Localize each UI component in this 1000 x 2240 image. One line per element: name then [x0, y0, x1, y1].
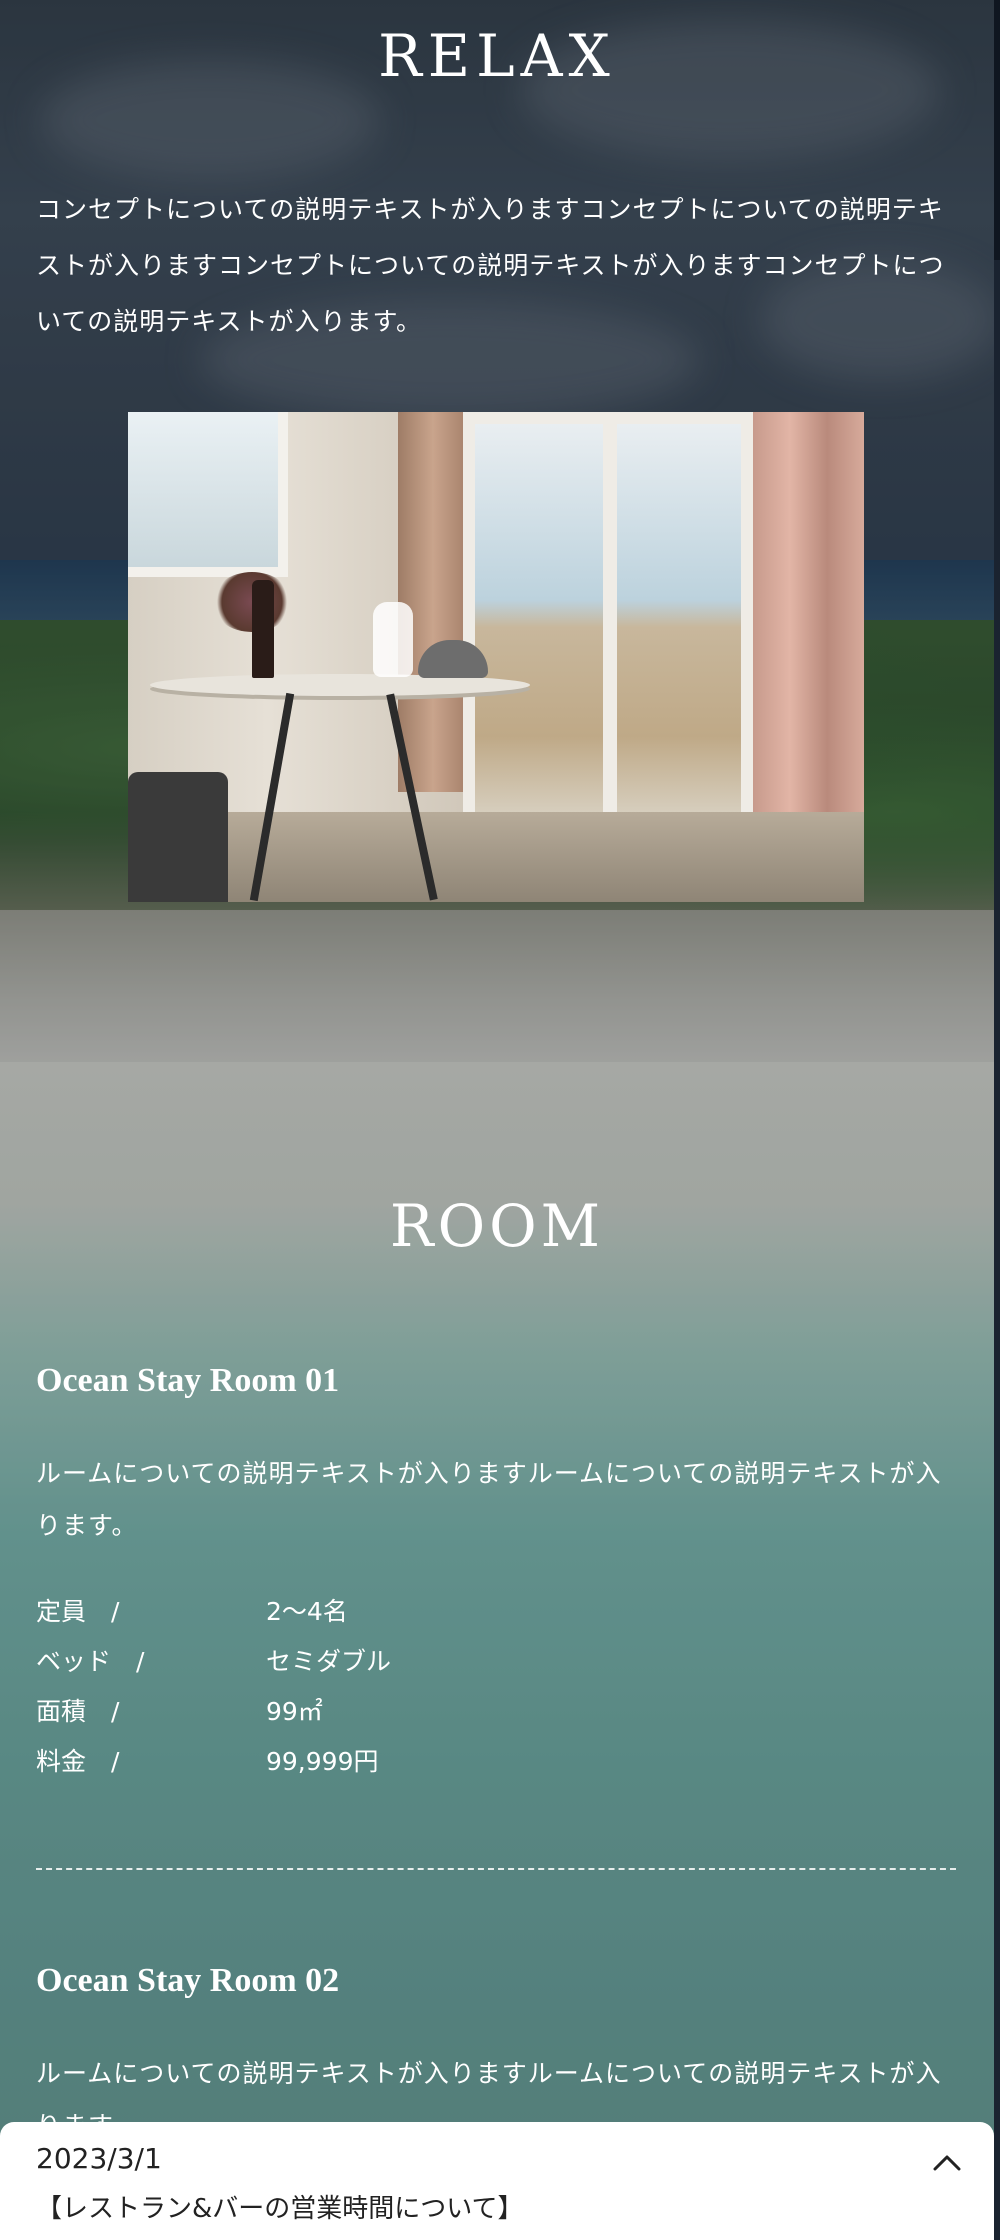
room-description: ルームについての説明テキストが入りますルームについての説明テキストが入ります。 — [36, 1459, 942, 1540]
spec-label: ベッド / — [36, 1647, 145, 1676]
room-name: Ocean Stay Room 01 — [36, 1362, 340, 1399]
room-interior-photo — [128, 412, 864, 902]
room-name: Ocean Stay Room 02 — [36, 1962, 340, 1999]
relax-heading: RELAX — [378, 22, 616, 90]
room-heading: ROOM — [389, 1192, 605, 1260]
chevron-up-icon[interactable] — [930, 2146, 964, 2180]
spec-label: 面積 / — [36, 1697, 120, 1726]
scrollbar-thumb[interactable] — [994, 0, 1000, 260]
spec-row-area: 面積 / 99㎡ — [36, 1687, 636, 1737]
scrollbar[interactable] — [994, 0, 1000, 2240]
spec-label: 料金 / — [36, 1747, 120, 1776]
spec-value: セミダブル — [266, 1647, 392, 1676]
spec-value: 99,999円 — [266, 1747, 379, 1776]
news-bar[interactable]: 2023/3/1 【レストラン&バーの営業時間について】 — [0, 2122, 994, 2240]
spec-value: 2〜4名 — [266, 1597, 348, 1626]
news-title[interactable]: 【レストラン&バーの営業時間について】 — [36, 2188, 524, 2225]
spec-value: 99㎡ — [266, 1697, 323, 1726]
page: RELAX コンセプトについての説明テキストが入りますコンセプトについての説明テ… — [0, 0, 994, 2240]
relax-description: コンセプトについての説明テキストが入りますコンセプトについての説明テキストが入り… — [36, 195, 945, 336]
spec-row-price: 料金 / 99,999円 — [36, 1737, 636, 1787]
spec-row-capacity: 定員 / 2〜4名 — [36, 1587, 636, 1637]
spec-row-bed: ベッド / セミダブル — [36, 1637, 636, 1687]
room-divider — [36, 1868, 956, 1870]
spec-label: 定員 / — [36, 1597, 120, 1626]
news-date: 2023/3/1 — [36, 2142, 162, 2175]
room-spec-list: 定員 / 2〜4名 ベッド / セミダブル 面積 / 99㎡ 料金 / 99,9… — [36, 1587, 636, 1787]
